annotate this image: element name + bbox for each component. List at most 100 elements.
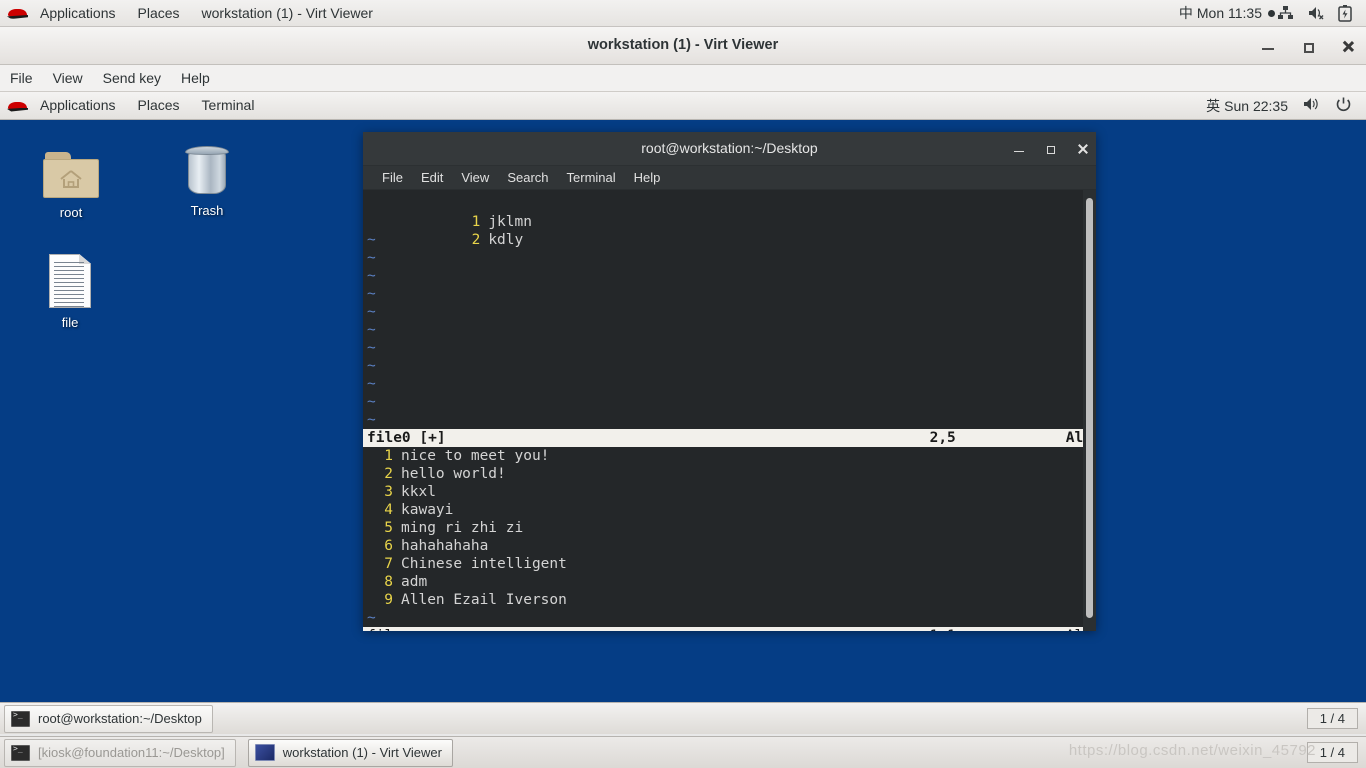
terminal-icon: [11, 744, 30, 761]
vim-status-position: 1,1: [930, 627, 956, 631]
vim-line-number: 1: [471, 214, 481, 230]
home-folder-icon: [21, 138, 121, 198]
network-icon[interactable]: [1277, 5, 1294, 21]
speaker-muted-icon[interactable]: [1307, 5, 1325, 21]
vim-tilde: ~: [367, 250, 376, 266]
vim-line-text: ming ri zhi zi: [401, 520, 524, 536]
vim-status-gap: [402, 627, 930, 631]
vim-status-filename: file: [367, 627, 402, 631]
vim-line: 8 adm: [363, 573, 1096, 591]
vim-line: 1 nice to meet you!: [363, 447, 1096, 465]
display-icon: [254, 744, 275, 761]
guest-menu-applications[interactable]: Applications: [29, 92, 127, 119]
terminal-titlebar: root@workstation:~/Desktop: [363, 132, 1096, 166]
terminal-menu-search[interactable]: Search: [498, 167, 557, 189]
vim-line-text: Allen Ezail Iverson: [401, 592, 567, 608]
host-menu-applications[interactable]: Applications: [29, 0, 127, 26]
vim-line-number: 9: [384, 592, 393, 608]
terminal-minimize-icon[interactable]: [1012, 142, 1026, 156]
speaker-icon[interactable]: [1302, 96, 1320, 115]
guest-taskbar: root@workstation:~/Desktop 1 / 4: [0, 702, 1366, 734]
terminal-menu-edit[interactable]: Edit: [412, 167, 452, 189]
terminal-scrollbar[interactable]: [1083, 190, 1096, 631]
vim-line-number: 3: [384, 484, 393, 500]
guest-redhat-logo-icon[interactable]: [7, 95, 29, 117]
host-system-tray: [1277, 4, 1366, 22]
vim-line-number: 2: [384, 466, 393, 482]
vim-tilde: ~: [367, 340, 376, 356]
desktop-icon-label: file: [61, 315, 79, 330]
host-task-kiosk-terminal[interactable]: [kiosk@foundation11:~/Desktop]: [4, 738, 236, 767]
vim-tilde: ~: [367, 268, 376, 284]
vim-line: 4 kawayi: [363, 501, 1096, 519]
redhat-logo-icon[interactable]: [7, 2, 29, 24]
host-task-virt-viewer[interactable]: workstation (1) - Virt Viewer: [247, 738, 453, 767]
vim-tilde: ~: [367, 286, 376, 302]
document-icon: [20, 248, 120, 308]
guest-input-method-indicator[interactable]: 英: [1202, 96, 1224, 116]
vim-line-number: 6: [384, 538, 393, 554]
vim-line-number: 8: [384, 574, 393, 590]
terminal-window[interactable]: root@workstation:~/Desktop File Edit Vie…: [363, 132, 1096, 631]
terminal-menu-view[interactable]: View: [452, 167, 498, 189]
vim-line-text: jklmn: [488, 214, 532, 230]
host-active-window-title[interactable]: workstation (1) - Virt Viewer: [191, 0, 384, 26]
vim-status-filename: file0 [+]: [367, 430, 446, 446]
guest-workspace-switcher[interactable]: 1 / 4: [1306, 708, 1358, 729]
minimize-icon[interactable]: [1260, 38, 1276, 54]
terminal-scrollbar-thumb[interactable]: [1086, 198, 1093, 618]
vim-status-gap2: [956, 429, 1066, 447]
vim-buffer-top[interactable]: 1 jklmn 2 kdly ~ ~ ~ ~ ~ ~ ~ ~ ~ ~ ~: [363, 190, 1096, 429]
host-task-label: workstation (1) - Virt Viewer: [282, 745, 442, 760]
desktop-icon-label: Trash: [190, 203, 224, 218]
terminal-menu-terminal[interactable]: Terminal: [558, 167, 625, 189]
terminal-body[interactable]: 1 jklmn 2 kdly ~ ~ ~ ~ ~ ~ ~ ~ ~ ~ ~ file0…: [363, 190, 1096, 631]
vim-statusline-top: file0 [+] 2,5 All: [363, 429, 1096, 447]
vim-line: 6 hahahahaha: [363, 537, 1096, 555]
terminal-menu-file[interactable]: File: [373, 167, 412, 189]
host-input-method-indicator[interactable]: 中: [1175, 3, 1197, 23]
terminal-maximize-icon[interactable]: [1044, 142, 1058, 156]
vim-line-text: hahahahaha: [401, 538, 489, 554]
close-icon[interactable]: [1340, 38, 1356, 54]
guest-task-terminal[interactable]: root@workstation:~/Desktop: [4, 704, 213, 733]
host-clock[interactable]: Mon 11:35: [1197, 5, 1262, 21]
power-icon[interactable]: [1335, 96, 1352, 116]
terminal-title: root@workstation:~/Desktop: [641, 140, 818, 156]
vim-buffer-bottom[interactable]: 1 nice to meet you! 2 hello world! 3 kkxl 4…: [363, 447, 1096, 627]
vim-line-text: kawayi: [401, 502, 454, 518]
host-workspace-switcher[interactable]: 1 / 4: [1306, 742, 1358, 763]
vim-tilde: ~: [367, 358, 376, 374]
terminal-close-icon[interactable]: [1076, 142, 1090, 156]
desktop-icon-trash[interactable]: Trash: [157, 136, 257, 218]
host-task-label: [kiosk@foundation11:~/Desktop]: [38, 745, 225, 760]
guest-menu-places[interactable]: Places: [127, 92, 191, 119]
guest-menu-terminal[interactable]: Terminal: [191, 92, 266, 119]
vim-line-text: nice to meet you!: [401, 448, 550, 464]
vim-tilde: ~: [367, 376, 376, 392]
vv-menu-view[interactable]: View: [43, 65, 93, 91]
vim-line-number: 1: [384, 448, 393, 464]
vim-line: 9 Allen Ezail Iverson: [363, 591, 1096, 609]
vim-line-text: Chinese intelligent: [401, 556, 567, 572]
battery-icon[interactable]: [1338, 4, 1352, 22]
vim-line-number: 4: [384, 502, 393, 518]
vim-line: 2 hello world!: [363, 465, 1096, 483]
maximize-icon[interactable]: [1300, 38, 1316, 54]
host-menu-places[interactable]: Places: [127, 0, 191, 26]
desktop-icon-label: root: [59, 205, 83, 220]
vim-status-gap2: [956, 627, 1066, 631]
terminal-icon: [11, 710, 30, 727]
terminal-window-controls: [1012, 132, 1090, 165]
vv-menu-file[interactable]: File: [0, 65, 43, 91]
terminal-menu-help[interactable]: Help: [625, 167, 670, 189]
desktop-icon-root[interactable]: root: [21, 138, 121, 220]
vim-tilde: ~: [367, 394, 376, 410]
desktop-icon-file[interactable]: file: [20, 248, 120, 330]
vim-tilde: ~: [367, 610, 376, 626]
vv-menu-send-key[interactable]: Send key: [93, 65, 171, 91]
host-top-panel: Applications Places workstation (1) - Vi…: [0, 0, 1366, 27]
guest-clock[interactable]: Sun 22:35: [1224, 98, 1288, 114]
guest-task-label: root@workstation:~/Desktop: [38, 711, 202, 726]
vv-menu-help[interactable]: Help: [171, 65, 220, 91]
